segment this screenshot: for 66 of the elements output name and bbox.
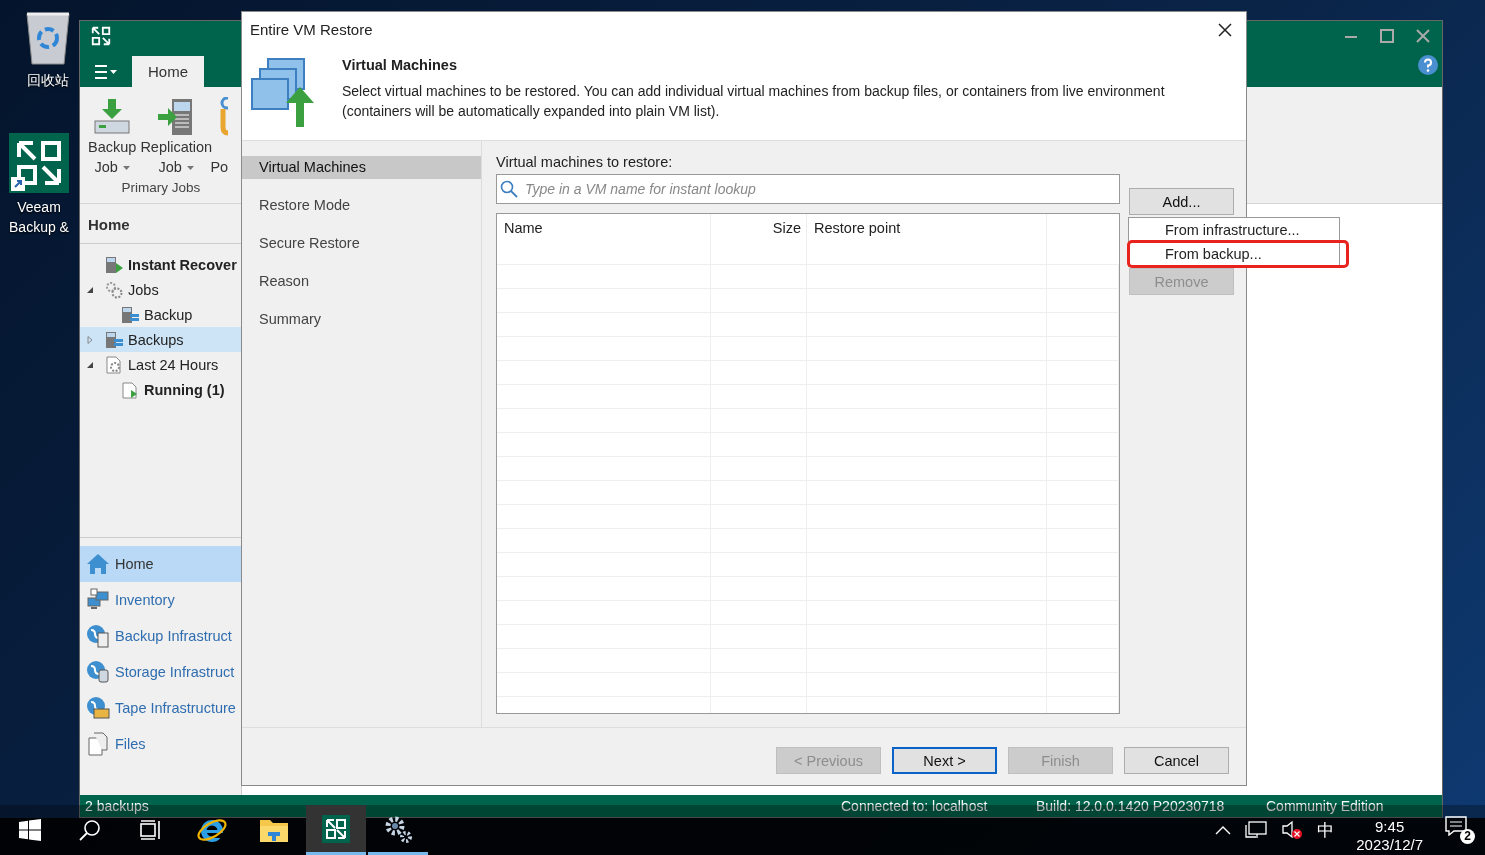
nav-item[interactable]: Storage Infrastruct: [80, 654, 241, 690]
tree-item[interactable]: Last 24 Hours: [80, 352, 241, 377]
column-header[interactable]: Size: [711, 214, 807, 264]
maximize-icon[interactable]: [1380, 29, 1394, 43]
header-title: Virtual Machines: [342, 57, 458, 73]
globe-icon: [86, 624, 110, 648]
wizard-step[interactable]: Restore Mode: [242, 194, 481, 217]
status-text: Build: 12.0.0.1420 P20230718: [1036, 798, 1226, 814]
wizard-step[interactable]: Summary: [242, 308, 481, 331]
tree-item[interactable]: Backup: [80, 302, 241, 327]
status-text: Connected to: localhost: [841, 798, 989, 814]
gear-icon: [104, 354, 124, 375]
network-icon[interactable]: [1245, 821, 1268, 839]
status-text: Community Edition: [1266, 798, 1385, 814]
expander-arrow-icon[interactable]: [86, 285, 94, 294]
nav-item[interactable]: Backup Infrastruct: [80, 618, 241, 654]
caret-icon: [186, 166, 194, 171]
taskbar-app[interactable]: [306, 805, 366, 855]
app-logo-icon: [90, 25, 112, 47]
column-header[interactable]: Restore point: [807, 214, 1047, 264]
group-label: Primary Jobs: [121, 180, 201, 195]
globe-icon: [86, 696, 110, 720]
menu-item[interactable]: From infrastructure...: [1129, 218, 1339, 242]
help-icon[interactable]: [1418, 55, 1438, 75]
expander-arrow-icon[interactable]: [86, 360, 94, 369]
search-field[interactable]: Type in a VM name for instant lookup: [496, 174, 1120, 204]
input-method-indicator[interactable]: 中: [1317, 818, 1335, 842]
gear-icon: [104, 279, 124, 300]
tree-item[interactable]: Backups: [80, 327, 241, 352]
add-button[interactable]: Add...: [1129, 188, 1234, 215]
home-icon: [86, 552, 110, 576]
wizard-step[interactable]: Secure Restore: [242, 232, 481, 255]
computers-icon: [86, 588, 110, 612]
desktop-shortcut[interactable]: Veeam Backup &: [0, 133, 78, 237]
nav-item[interactable]: Tape Infrastructure: [80, 690, 241, 726]
nav-item[interactable]: Files: [80, 726, 241, 762]
globe-icon: [86, 660, 110, 684]
ribbon-tab[interactable]: Home: [132, 56, 204, 87]
veeam-logo-icon: [322, 814, 350, 843]
nav-item[interactable]: Home: [80, 546, 241, 582]
tree-item[interactable]: Jobs: [80, 277, 241, 302]
veeam-logo-icon: [9, 133, 69, 193]
documents-icon: [86, 732, 110, 756]
wizard-button[interactable]: Cancel: [1124, 747, 1229, 774]
header-description: Select virtual machines to be restored. You can add individual virtual machines from backup files, or containers from live environment (containers will be automatically expanded into plain VM list).: [342, 82, 1166, 121]
folder-icon: [259, 817, 289, 843]
clock[interactable]: 9:45 2023/12/7: [1356, 818, 1423, 855]
chevron-up-icon[interactable]: [1215, 825, 1232, 835]
ribbon-button[interactable]: Backup Job: [86, 97, 139, 177]
status-text: 2 backups: [85, 798, 150, 814]
nav-item[interactable]: Inventory: [80, 582, 241, 618]
column-header[interactable]: Name: [497, 214, 711, 264]
notification-count: 2: [1460, 829, 1475, 844]
wizard-step[interactable]: Virtual Machines: [242, 156, 481, 179]
download-server-icon: [92, 97, 133, 137]
menu-item[interactable]: From backup...: [1129, 242, 1347, 266]
tree-item[interactable]: Instant Recover: [80, 252, 241, 277]
wizard-button[interactable]: Next >: [892, 747, 997, 774]
search-icon: [500, 180, 518, 198]
dialog-title: Entire VM Restore: [250, 21, 373, 38]
volume-muted-icon[interactable]: [1281, 820, 1304, 840]
caret-icon: [122, 166, 130, 171]
wizard-step[interactable]: Reason: [242, 270, 481, 293]
close-icon[interactable]: [1218, 22, 1232, 37]
tree-item[interactable]: Running (1): [80, 377, 241, 402]
list-label: Virtual machines to restore:: [496, 154, 674, 170]
